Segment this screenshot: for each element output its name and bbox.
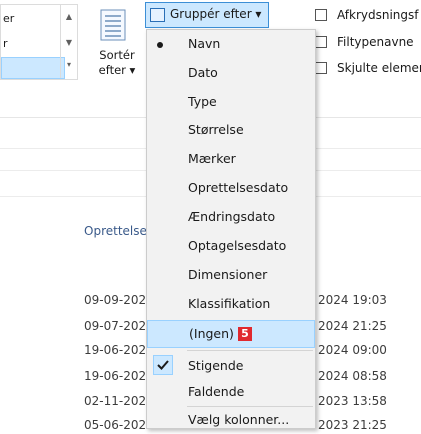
column-header-created[interactable]: Oprettelse — [84, 224, 147, 238]
group-by-button[interactable]: Gruppér efter ▾ — [145, 2, 269, 28]
scroll-down-icon[interactable]: ▼ — [61, 38, 77, 47]
menu-item-label: Dimensioner — [188, 267, 268, 282]
menu-item-label: Faldende — [188, 384, 245, 399]
menu-item-descending[interactable]: Faldende — [147, 379, 315, 405]
menu-separator — [187, 350, 313, 351]
created-date-cell: 19-06-202 — [84, 369, 147, 383]
item-checkboxes-label[interactable]: Afkrydsningsf — [337, 8, 419, 22]
menu-item-label: Klassifikation — [188, 296, 271, 311]
gallery-expand-icon[interactable]: ▾ — [61, 60, 77, 69]
menu-item-label: Oprettelsesdato — [188, 180, 289, 195]
menu-item-label: Ændringsdato — [188, 209, 276, 224]
menu-item-date-modified[interactable]: Ændringsdato — [147, 205, 315, 231]
menu-item-label: Navn — [188, 36, 221, 51]
group-by-menu: Navn Dato Type Størrelse Mærker Oprettel… — [146, 29, 316, 429]
menu-item-size[interactable]: Størrelse — [147, 118, 315, 144]
menu-item-label: Stigende — [188, 358, 244, 373]
created-date-cell: 02-11-202 — [84, 394, 147, 408]
menu-item-label: Type — [188, 94, 217, 109]
menu-item-date[interactable]: Dato — [147, 61, 315, 87]
menu-item-label: Vælg kolonner... — [188, 412, 290, 427]
menu-item-none-label: (Ingen) — [189, 326, 234, 341]
date-cell: 2024 08:58 — [318, 369, 387, 383]
layout-gallery-item[interactable]: r — [1, 34, 63, 54]
menu-item-label: Optagelsesdato — [188, 238, 287, 253]
date-cell: 2023 13:58 — [318, 394, 387, 408]
file-extensions-checkbox[interactable] — [315, 36, 327, 48]
selected-bullet-icon — [157, 42, 163, 48]
sort-by-button[interactable]: Sortér efter ▾ — [94, 48, 140, 78]
menu-item-label: Dato — [188, 65, 218, 80]
layout-gallery-scrollbar[interactable]: ▲ ▼ ▾ — [60, 4, 77, 78]
created-date-cell: 09-09-202 — [84, 293, 147, 307]
layout-gallery-item-selected[interactable] — [1, 57, 65, 79]
layout-gallery-item[interactable]: er — [1, 9, 63, 29]
menu-item-dimensions[interactable]: Dimensioner — [147, 263, 315, 289]
created-date-cell: 09-07-202 — [84, 319, 147, 333]
menu-item-rating[interactable]: Klassifikation — [147, 292, 315, 318]
date-cell: 2023 21:25 — [318, 418, 387, 432]
sort-by-label-line1: Sortér — [99, 48, 135, 62]
menu-item-choose-columns[interactable]: Vælg kolonner... — [147, 408, 315, 434]
sort-by-label-line2: efter ▾ — [98, 63, 136, 77]
menu-item-label: Størrelse — [188, 122, 244, 137]
menu-item-label: (Ingen) 5 — [189, 326, 252, 341]
scroll-up-icon[interactable]: ▲ — [61, 12, 77, 21]
hidden-items-checkbox[interactable] — [315, 62, 327, 74]
menu-item-date-created[interactable]: Oprettelsesdato — [147, 176, 315, 202]
date-cell: 2024 09:00 — [318, 343, 387, 357]
menu-item-none[interactable]: (Ingen) 5 — [147, 320, 315, 348]
menu-item-type[interactable]: Type — [147, 90, 315, 116]
group-by-label: Gruppér efter ▾ — [170, 7, 262, 21]
checkmark-icon — [153, 355, 173, 375]
menu-separator — [187, 406, 313, 407]
menu-item-ascending[interactable]: Stigende — [147, 352, 315, 378]
file-extensions-label[interactable]: Filtypenavne — [337, 35, 414, 49]
date-cell: 2024 19:03 — [318, 293, 387, 307]
menu-item-tags[interactable]: Mærker — [147, 147, 315, 173]
item-checkboxes-checkbox[interactable] — [315, 9, 327, 21]
created-date-cell: 05-06-202 — [84, 418, 147, 432]
menu-item-label: Mærker — [188, 151, 236, 166]
created-date-cell: 19-06-202 — [84, 343, 147, 357]
sort-by-icon[interactable] — [99, 8, 129, 42]
date-cell: 2024 21:25 — [318, 319, 387, 333]
menu-item-date-taken[interactable]: Optagelsesdato — [147, 234, 315, 260]
step-badge: 5 — [237, 327, 252, 341]
hidden-items-label[interactable]: Skjulte elemer — [337, 61, 421, 75]
menu-item-name[interactable]: Navn — [147, 32, 315, 58]
group-by-icon — [150, 8, 165, 22]
